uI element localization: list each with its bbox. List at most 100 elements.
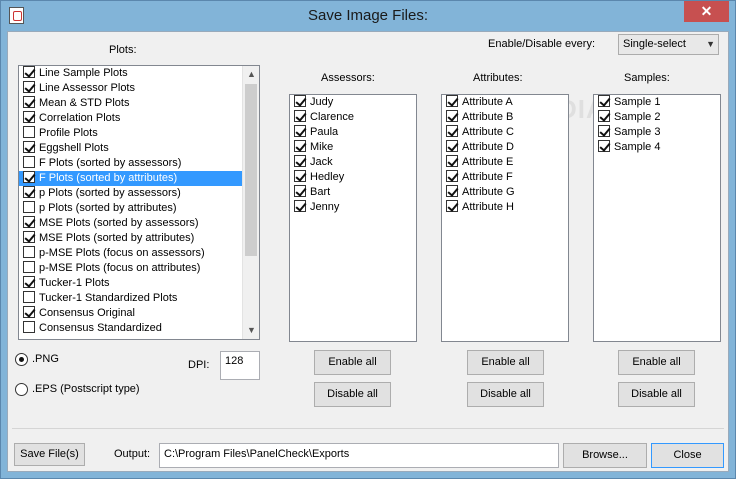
scroll-up-icon[interactable]: ▲: [243, 66, 259, 83]
checkbox[interactable]: [23, 141, 35, 153]
checkbox[interactable]: [446, 140, 458, 152]
attribute-item[interactable]: Attribute C: [442, 125, 568, 140]
checkbox[interactable]: [446, 155, 458, 167]
plot-item[interactable]: Line Sample Plots: [19, 66, 259, 81]
assessor-item[interactable]: Clarence: [290, 110, 416, 125]
assessor-item[interactable]: Mike: [290, 140, 416, 155]
dpi-input[interactable]: 128: [220, 351, 260, 380]
plot-item[interactable]: Correlation Plots: [19, 111, 259, 126]
checkbox[interactable]: [294, 170, 306, 182]
scroll-down-icon[interactable]: ▼: [243, 322, 259, 339]
eps-radio[interactable]: [15, 383, 28, 396]
plot-item[interactable]: Eggshell Plots: [19, 141, 259, 156]
sample-item[interactable]: Sample 4: [594, 140, 720, 155]
assessor-item[interactable]: Bart: [290, 185, 416, 200]
attributes-enable-all-button[interactable]: Enable all: [467, 350, 544, 375]
attributes-listbox[interactable]: Attribute A Attribute B Attribute C Attribu…: [441, 94, 569, 342]
close-button[interactable]: Close: [651, 443, 724, 468]
sample-item[interactable]: Sample 3: [594, 125, 720, 140]
checkbox[interactable]: [23, 306, 35, 318]
checkbox[interactable]: [446, 125, 458, 137]
checkbox[interactable]: [23, 321, 35, 333]
attribute-item[interactable]: Attribute E: [442, 155, 568, 170]
checkbox[interactable]: [294, 185, 306, 197]
checkbox[interactable]: [23, 231, 35, 243]
checkbox[interactable]: [23, 246, 35, 258]
checkbox[interactable]: [23, 201, 35, 213]
checkbox[interactable]: [294, 110, 306, 122]
plot-item[interactable]: F Plots (sorted by attributes): [19, 171, 259, 186]
checkbox[interactable]: [294, 140, 306, 152]
plot-item[interactable]: Line Assessor Plots: [19, 81, 259, 96]
checkbox[interactable]: [598, 125, 610, 137]
samples-listbox[interactable]: Sample 1 Sample 2 Sample 3 Sample 4: [593, 94, 721, 342]
checkbox[interactable]: [446, 200, 458, 212]
attribute-item[interactable]: Attribute F: [442, 170, 568, 185]
checkbox[interactable]: [294, 95, 306, 107]
save-files-button[interactable]: Save File(s): [14, 443, 85, 466]
checkbox[interactable]: [23, 216, 35, 228]
samples-enable-all-button[interactable]: Enable all: [618, 350, 695, 375]
output-path-input[interactable]: C:\Program Files\PanelCheck\Exports: [159, 443, 559, 468]
checkbox[interactable]: [23, 291, 35, 303]
attribute-item[interactable]: Attribute B: [442, 110, 568, 125]
checkbox[interactable]: [23, 156, 35, 168]
png-radio[interactable]: [15, 353, 28, 366]
checkbox[interactable]: [446, 185, 458, 197]
attribute-item[interactable]: Attribute D: [442, 140, 568, 155]
checkbox[interactable]: [446, 170, 458, 182]
enable-every-select[interactable]: Single-select ▼: [618, 34, 719, 55]
checkbox[interactable]: [23, 66, 35, 78]
checkbox[interactable]: [294, 125, 306, 137]
scroll-thumb[interactable]: [245, 84, 257, 256]
attribute-item[interactable]: Attribute A: [442, 95, 568, 110]
plot-item[interactable]: Profile Plots: [19, 126, 259, 141]
checkbox[interactable]: [598, 95, 610, 107]
title-bar[interactable]: Save Image Files: ✕: [1, 1, 735, 31]
checkbox[interactable]: [446, 110, 458, 122]
sample-item[interactable]: Sample 1: [594, 95, 720, 110]
checkbox[interactable]: [598, 140, 610, 152]
samples-disable-all-button[interactable]: Disable all: [618, 382, 695, 407]
assessors-listbox[interactable]: Judy Clarence Paula Mike Jack Hedley Bart Jenny: [289, 94, 417, 342]
plot-item[interactable]: Tucker-1 Standardized Plots: [19, 291, 259, 306]
plot-item[interactable]: Consensus Standardized: [19, 321, 259, 336]
browse-button[interactable]: Browse...: [563, 443, 647, 468]
checkbox[interactable]: [23, 171, 35, 183]
plot-item[interactable]: Tucker-1 Plots: [19, 276, 259, 291]
assessor-item[interactable]: Jack: [290, 155, 416, 170]
assessor-item[interactable]: Judy: [290, 95, 416, 110]
plots-scrollbar[interactable]: ▲ ▼: [242, 66, 259, 339]
checkbox[interactable]: [23, 111, 35, 123]
attribute-item[interactable]: Attribute G: [442, 185, 568, 200]
plots-listbox[interactable]: Line Sample Plots Line Assessor Plots Mean…: [18, 65, 260, 340]
checkbox[interactable]: [446, 95, 458, 107]
window-close-button[interactable]: ✕: [684, 1, 729, 22]
plot-item[interactable]: F Plots (sorted by assessors): [19, 156, 259, 171]
attribute-item[interactable]: Attribute H: [442, 200, 568, 215]
assessor-item[interactable]: Jenny: [290, 200, 416, 215]
plot-item[interactable]: Mean & STD Plots: [19, 96, 259, 111]
plot-item[interactable]: p-MSE Plots (focus on assessors): [19, 246, 259, 261]
assessor-item[interactable]: Paula: [290, 125, 416, 140]
plot-item[interactable]: p Plots (sorted by attributes): [19, 201, 259, 216]
assessor-item[interactable]: Hedley: [290, 170, 416, 185]
checkbox[interactable]: [294, 155, 306, 167]
sample-item[interactable]: Sample 2: [594, 110, 720, 125]
checkbox[interactable]: [23, 186, 35, 198]
checkbox[interactable]: [23, 81, 35, 93]
checkbox[interactable]: [23, 126, 35, 138]
assessors-disable-all-button[interactable]: Disable all: [314, 382, 391, 407]
assessors-enable-all-button[interactable]: Enable all: [314, 350, 391, 375]
plot-item[interactable]: Consensus Original: [19, 306, 259, 321]
checkbox[interactable]: [23, 276, 35, 288]
plot-item[interactable]: p-MSE Plots (focus on attributes): [19, 261, 259, 276]
checkbox[interactable]: [23, 96, 35, 108]
checkbox[interactable]: [598, 110, 610, 122]
plot-item[interactable]: MSE Plots (sorted by attributes): [19, 231, 259, 246]
checkbox[interactable]: [23, 261, 35, 273]
checkbox[interactable]: [294, 200, 306, 212]
attributes-disable-all-button[interactable]: Disable all: [467, 382, 544, 407]
plot-item[interactable]: p Plots (sorted by assessors): [19, 186, 259, 201]
plot-item[interactable]: MSE Plots (sorted by assessors): [19, 216, 259, 231]
